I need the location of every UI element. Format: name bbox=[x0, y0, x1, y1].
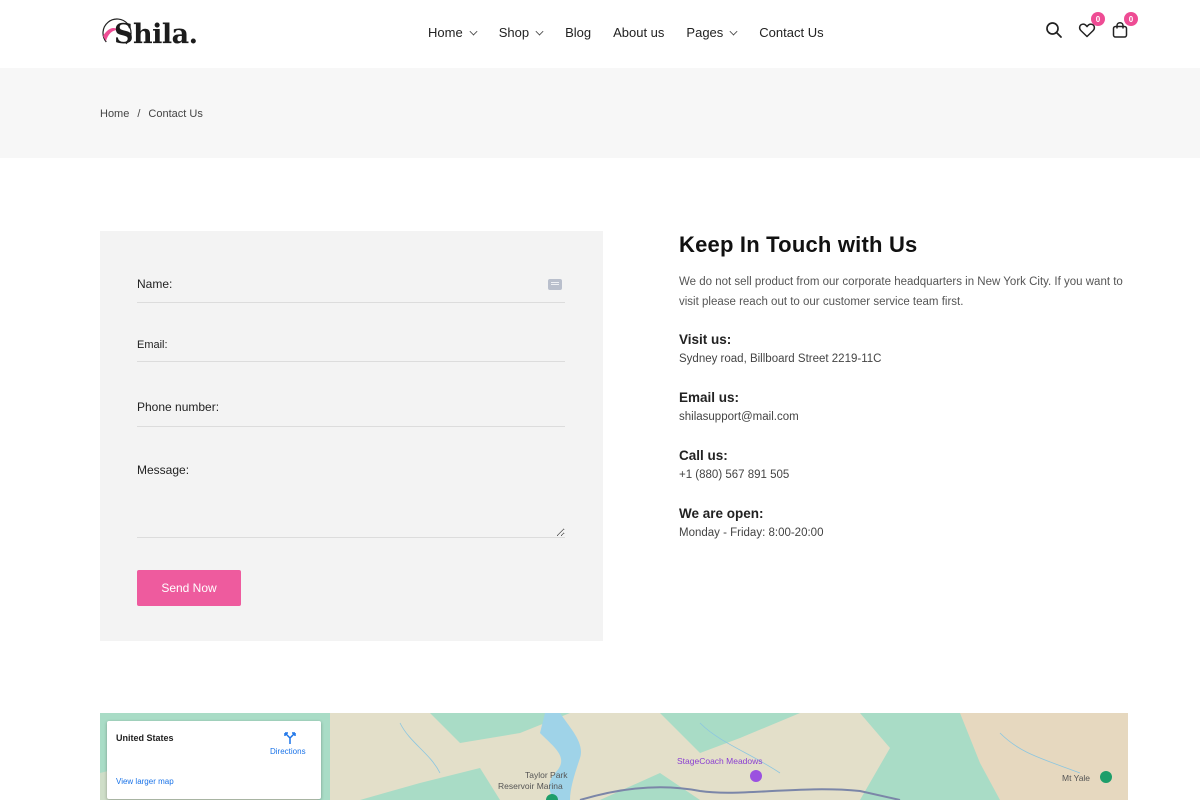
embedded-map[interactable]: United States Directions View larger map… bbox=[100, 713, 1128, 800]
nav-item-label: Shop bbox=[498, 25, 530, 40]
name-input[interactable] bbox=[137, 277, 565, 302]
map-info-card: United States Directions View larger map bbox=[107, 721, 321, 799]
chevron-down-icon bbox=[469, 27, 478, 35]
wishlist-count-badge: 0 bbox=[1091, 12, 1105, 26]
phone-input[interactable] bbox=[137, 400, 565, 426]
map-label-mt-yale: Mt Yale bbox=[1062, 773, 1091, 783]
send-now-button[interactable]: Send Now bbox=[137, 570, 241, 606]
search-icon bbox=[1046, 22, 1062, 38]
contact-info-intro: We do not sell product from our corporat… bbox=[679, 276, 1123, 308]
call-us-block: Call us: +1 (880) 567 891 505 bbox=[679, 448, 789, 481]
breadcrumb-separator: / bbox=[137, 108, 141, 120]
map-label-reservoir-marina: Reservoir Marina bbox=[498, 781, 563, 791]
nav-item-label: Home bbox=[428, 25, 463, 40]
wishlist-button[interactable]: 0 bbox=[1077, 12, 1105, 40]
header-actions: 0 0 bbox=[1044, 12, 1138, 40]
directions-icon[interactable] bbox=[283, 731, 297, 745]
breadcrumb-home-link[interactable]: Home bbox=[100, 108, 129, 120]
info-heading: Call us: bbox=[679, 448, 728, 463]
chevron-down-icon bbox=[729, 27, 738, 35]
nav-item-blog[interactable]: Blog bbox=[565, 25, 591, 40]
cart-button[interactable]: 0 bbox=[1110, 12, 1138, 40]
nav-item-label: Blog bbox=[565, 25, 592, 40]
site-header: Shila. Home Shop Blog About us Pages Con… bbox=[0, 0, 1200, 68]
nav-item-home[interactable]: Home bbox=[428, 25, 478, 40]
map-pin-icon[interactable] bbox=[750, 770, 762, 782]
email-us-block: Email us: shilasupport@mail.com bbox=[679, 390, 799, 423]
search-button[interactable] bbox=[1044, 20, 1064, 40]
directions-link[interactable]: Directions bbox=[270, 747, 306, 756]
opening-hours-block: We are open: Monday - Friday: 8:00-20:00 bbox=[679, 506, 823, 539]
breadcrumb-band: Home / Contact Us bbox=[0, 68, 1200, 158]
info-hours: Monday - Friday: 8:00-20:00 bbox=[679, 527, 824, 539]
breadcrumb: Home / Contact Us bbox=[100, 108, 203, 120]
cart-count-badge: 0 bbox=[1124, 12, 1138, 26]
message-field[interactable]: Message: bbox=[137, 463, 565, 538]
info-email[interactable]: shilasupport@mail.com bbox=[679, 411, 799, 423]
nav-item-contact[interactable]: Contact Us bbox=[759, 25, 823, 40]
contact-info: Keep In Touch with Us We do not sell pro… bbox=[679, 232, 1139, 539]
main-nav: Home Shop Blog About us Pages Contact Us bbox=[428, 25, 846, 40]
email-input[interactable] bbox=[137, 339, 565, 361]
info-heading: We are open: bbox=[679, 506, 764, 521]
info-phone[interactable]: +1 (880) 567 891 505 bbox=[679, 469, 789, 481]
autofill-icon[interactable] bbox=[548, 279, 562, 290]
nav-item-label: Contact Us bbox=[759, 25, 824, 40]
name-field[interactable]: Name: bbox=[137, 277, 565, 303]
contact-info-title: Keep In Touch with Us bbox=[679, 232, 918, 257]
nav-item-label: About us bbox=[613, 25, 665, 40]
nav-item-shop[interactable]: Shop bbox=[498, 25, 544, 40]
nav-item-pages[interactable]: Pages bbox=[686, 25, 738, 40]
info-address: Sydney road, Billboard Street 2219-11C bbox=[679, 353, 882, 365]
breadcrumb-current: Contact Us bbox=[148, 108, 203, 120]
chevron-down-icon bbox=[535, 27, 544, 35]
view-larger-map-link[interactable]: View larger map bbox=[116, 777, 174, 786]
email-field[interactable]: Email: bbox=[137, 339, 565, 362]
message-textarea[interactable] bbox=[137, 463, 565, 537]
contact-form: Name: Email: Phone number: Message: Send… bbox=[100, 231, 603, 641]
info-heading: Email us: bbox=[679, 390, 740, 405]
map-label-taylor-park: Taylor Park bbox=[525, 770, 568, 780]
visit-us-block: Visit us: Sydney road, Billboard Street … bbox=[679, 332, 881, 365]
map-pin-icon[interactable] bbox=[1100, 771, 1112, 783]
info-heading: Visit us: bbox=[679, 332, 732, 347]
nav-item-about[interactable]: About us bbox=[613, 25, 664, 40]
map-label-stagecoach-meadows: StageCoach Meadows bbox=[677, 756, 763, 766]
map-pin-icon[interactable] bbox=[546, 794, 558, 800]
logo[interactable]: Shila. bbox=[100, 14, 198, 54]
logo-text: Shila. bbox=[114, 18, 198, 50]
map-place-name: United States bbox=[116, 733, 174, 743]
phone-field[interactable]: Phone number: bbox=[137, 400, 565, 427]
nav-item-label: Pages bbox=[686, 25, 724, 40]
